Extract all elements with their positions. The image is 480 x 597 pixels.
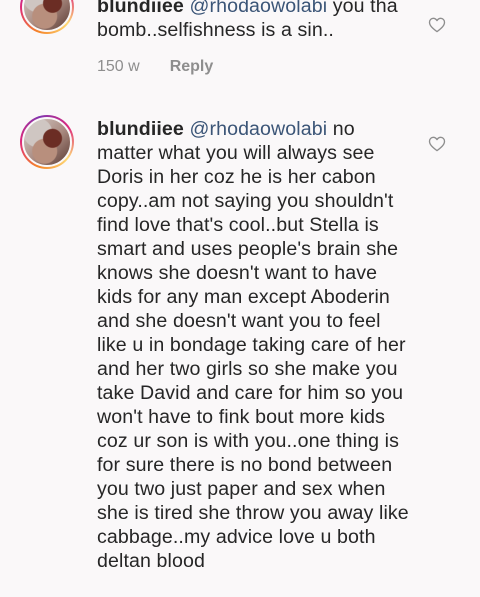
comment-mention[interactable]: @rhodaowolabi [189,118,327,140]
comment-username[interactable]: blundiiee [97,118,184,140]
comment-body: blundiiee @rhodaowolabi you tha bomb..se… [97,0,409,42]
heart-outline-icon[interactable] [428,135,446,152]
comment-text: no matter what you will always see Doris… [97,118,409,572]
comment-meta: 150 w Reply [97,58,213,76]
comment-timestamp: 150 w [97,58,140,75]
comment-thread: blundiiee @rhodaowolabi you tha bomb..se… [0,0,480,597]
comment-body: blundiiee @rhodaowolabi no matter what y… [97,117,409,573]
avatar[interactable] [20,115,74,169]
avatar-image [22,117,72,167]
heart-outline-icon[interactable] [428,16,446,33]
reply-button[interactable]: Reply [170,58,214,75]
avatar[interactable] [20,0,74,34]
comment-mention[interactable]: @rhodaowolabi [189,0,327,17]
avatar-image [22,0,72,32]
comment-username[interactable]: blundiiee [97,0,184,17]
